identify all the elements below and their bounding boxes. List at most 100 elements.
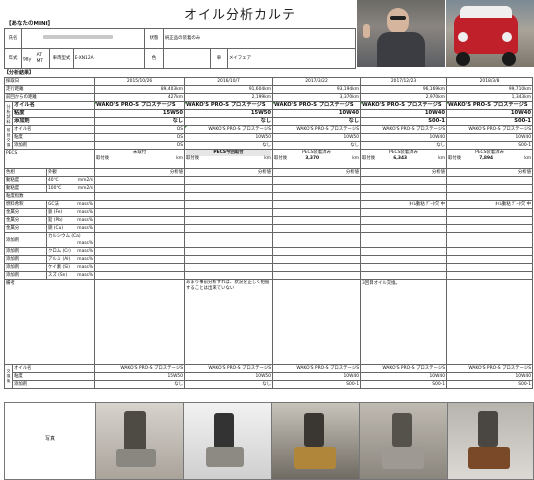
results-table: 採取日 2015/10/26 2016/10/7 2017/3/22 2017/…: [3, 77, 534, 389]
oil-cell: WAKO'S PRO-S プロステージS: [446, 101, 534, 110]
drain-plug-photo: [271, 402, 360, 480]
page-title: オイル分析カルテ: [183, 8, 296, 23]
year-value: 98y AT MT: [20, 48, 51, 69]
distance-cell: 427km: [94, 93, 186, 102]
pecs-cell: PECS装着済み 取付後 7,894 km: [446, 149, 534, 169]
prev-oil-cell: WAKO'S PRO-S プロステージS: [184, 125, 274, 134]
prev-group-label: 前回 交換: [4, 125, 13, 150]
pecs-cell: PECS装着済み 取付後 3,370 km: [272, 149, 362, 169]
prev-visc-row: 粘度 OS 10W50 10W50 10W40 10W40: [5, 133, 534, 142]
prev-add-cell: なし: [360, 141, 448, 150]
odometer-cell: 89,403km: [94, 85, 186, 94]
prev-oil-cell: WAKO'S PRO-S プロステージS: [272, 125, 362, 134]
drain-plug-photo: [95, 402, 184, 480]
visc-cell: 10W40: [272, 109, 362, 118]
visc-label: 粘度: [11, 109, 96, 118]
color-row: 色相 外観 分析値 分析値 分析値 分析値 分析値: [4, 168, 534, 177]
kv-label: 動粘度: [4, 184, 47, 193]
visc-cell: 10W40: [446, 109, 534, 118]
remarks-label: 備考: [3, 279, 96, 365]
appearance-cell: 分析値: [360, 168, 448, 177]
kv-label: 動粘度: [4, 176, 47, 185]
kv40-row: 動粘度 40℃ mm2/s: [4, 176, 534, 185]
color-label: 色: [144, 48, 164, 69]
visc-cell: 15W50: [94, 109, 186, 118]
prev-add-cell: なし: [184, 141, 274, 150]
prev-add-cell: なし: [272, 141, 362, 150]
appearance-cell: 分析値: [272, 168, 362, 177]
add-row: 添加剤 なし なし なし S00-1 S00-1: [5, 117, 534, 126]
odometer-row: 走行距離 89,403km 91,604km 93,194km 96,169km…: [3, 85, 534, 94]
prev-oil-cell: OS: [94, 125, 186, 134]
distance-cell: 2,199km: [184, 93, 274, 102]
metal-row: 添加剤 ケイ素 (Si) mass%: [4, 263, 534, 272]
prev-visc-label: 粘度: [11, 133, 96, 142]
oil-cell: WAKO'S PRO-S プロステージS: [272, 101, 362, 110]
use-label: 状態: [144, 28, 164, 49]
kv-cond: 100℃ mm2/s: [45, 184, 96, 193]
prev-add-row: 添加剤 OS なし なし なし S00-1: [5, 141, 534, 150]
prev-add-label: 添加剤: [11, 141, 96, 150]
mt-label: MT: [36, 58, 44, 64]
prev-visc-cell: 10W50: [184, 133, 274, 142]
kv100-row: 動粘度 100℃ mm2/s: [4, 184, 534, 193]
oil-row: 分析 試料 オイル名 WAKO'S PRO-S プロステージS WAKO'S PR…: [4, 101, 534, 126]
pecs-cell: PECS今回取付 取付後 km: [184, 149, 274, 169]
appearance-cell: 分析値: [184, 168, 274, 177]
prev-visc-cell: 10W50: [272, 133, 362, 142]
owner-info-table: 氏名 状態 純正品の装着のみ 年式 98y AT MT 車両型式 E-XN12A…: [4, 28, 356, 69]
prev-oil-row: 前回 交換 オイル名 OS WAKO'S PRO-S プロステージS WAKO'S…: [4, 125, 534, 150]
name-label: 氏名: [4, 28, 22, 49]
visc-cell: 10W40: [360, 109, 448, 118]
section-result: 【分析結果】: [4, 70, 35, 76]
after-oil-row: 交換後 オイル名 WAKO'S PRO-S プロステージS WAKO'S PRO-…: [4, 364, 534, 389]
owner-photo: [357, 0, 445, 67]
after-add-row: 添加剤 なし なし S00-1 S00-1 S00-1: [11, 380, 534, 389]
use-value: 純正品の装着のみ: [163, 28, 356, 49]
add-cell: S00-1: [446, 117, 534, 126]
photo-label-cell: 写真: [4, 402, 96, 480]
date-cell: 2017/12/23: [360, 77, 448, 86]
metal-row: 金属分銅 (Cu) mass%: [4, 224, 534, 233]
prev-add-cell: OS: [94, 141, 186, 150]
metal-row: 金属分鉛 (Pb) mass%: [4, 216, 534, 225]
prev-visc-cell: 10W40: [360, 133, 448, 142]
oil-cell: WAKO'S PRO-S プロステージS: [94, 101, 186, 110]
engine-label: 車両型式: [49, 48, 74, 69]
visc-row: 粘度 15W50 15W50 10W40 10W40 10W40: [5, 109, 534, 118]
odometer-cell: 96,169km: [360, 85, 448, 94]
add-cell: なし: [272, 117, 362, 126]
add-cell: S00-1: [360, 117, 448, 126]
odometer-cell: 99,710km: [446, 85, 534, 94]
engine-value: E-XN12A: [72, 48, 146, 69]
name-value: [21, 28, 145, 49]
metal-row: 金属分鉄 (Fe) mass%: [4, 208, 534, 217]
kv-cond: 40℃ mm2/s: [45, 176, 96, 185]
odometer-label: 走行距離: [3, 85, 96, 94]
date-cell: 2017/3/22: [272, 77, 362, 86]
oil-label: オイル名: [11, 101, 96, 110]
metal-row: 燃料希釈 GC法 mass% ﾀｲﾑ動粘 ﾃﾞｰﾀ欠 中ﾀｲﾑ動粘 ﾃﾞｰﾀ欠 中: [4, 200, 534, 209]
appearance-cell: 分析値: [94, 168, 186, 177]
remarks-cell: 3回目オイル交換。: [360, 279, 448, 365]
prev-oil-cell: WAKO'S PRO-S プロステージS: [360, 125, 448, 134]
drain-plug-photo: [447, 402, 534, 480]
remarks-row: 備考 あまり事前分析すれば、状況を正しく把握することは出来ていない 3回目オイル…: [3, 279, 534, 365]
photo-label: 写真: [44, 436, 55, 442]
visc-cell: 15W50: [184, 109, 274, 118]
distance-label: 前回からの距離: [3, 93, 96, 102]
date-cell: 2018/3/8: [446, 77, 534, 86]
prev-add-cell: S00-1: [446, 141, 534, 150]
metal-row: 添加剤 クロム (Cr) mass%: [4, 247, 534, 256]
add-cell: なし: [94, 117, 186, 126]
oil-cell: WAKO'S PRO-S プロステージS: [360, 101, 448, 110]
appearance-cell: 分析値: [446, 168, 534, 177]
distance-cell: 1,343km: [446, 93, 534, 102]
prev-visc-cell: 10W40: [446, 133, 534, 142]
remarks-cell: あまり事前分析すれば、状況を正しく把握することは出来ていない: [184, 279, 274, 365]
appearance-label: 外観: [45, 168, 96, 177]
distance-cell: 3,370km: [272, 93, 362, 102]
drain-plug-photo: [183, 402, 272, 480]
model-label: 年式: [4, 48, 22, 69]
distance-cell: 2,970km: [360, 93, 448, 102]
